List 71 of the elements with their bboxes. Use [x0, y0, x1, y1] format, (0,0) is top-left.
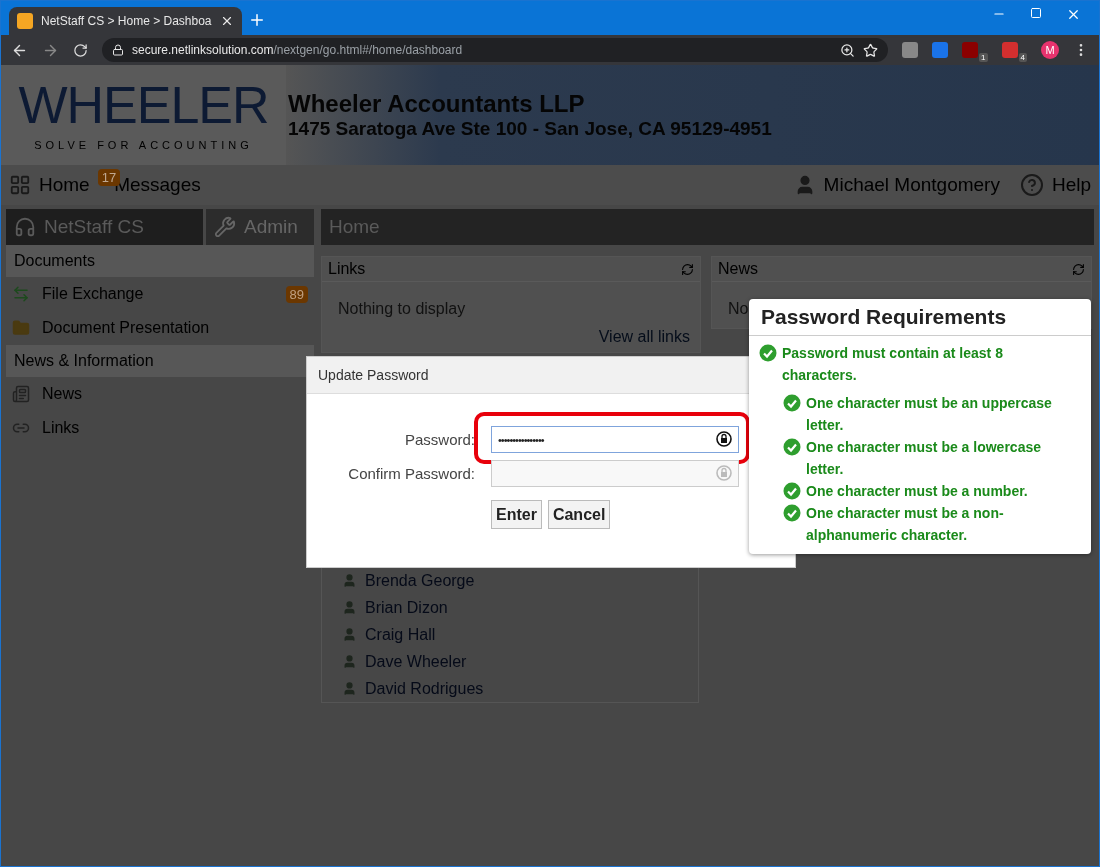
sidebar-item[interactable]: News [6, 377, 314, 411]
view-all-link[interactable]: View all links [598, 328, 690, 346]
newspaper-icon [12, 385, 30, 403]
help-icon[interactable] [1019, 173, 1044, 197]
person-item[interactable]: Brian Dizon [342, 594, 698, 621]
person-item[interactable]: Brenda George [342, 567, 698, 594]
refresh-icon[interactable] [681, 262, 694, 276]
close-icon[interactable] [1066, 7, 1081, 22]
site-icon [17, 13, 33, 29]
field-label: Password: [404, 431, 475, 448]
requirement-text: One character must be an uppercase letter. [806, 394, 1053, 435]
requirement-text: Password must contain at least 8 characters. [782, 344, 1004, 385]
help-link[interactable]: Help [1051, 174, 1091, 196]
section-header: News & Information [6, 345, 314, 377]
empty-message: Nothing to display [338, 300, 466, 318]
sidebar-tab[interactable]: Admin [206, 209, 314, 245]
extension-badge: 4 [1018, 53, 1027, 62]
star-icon[interactable] [863, 42, 879, 58]
user-name[interactable]: Michael Montgomery [823, 174, 1000, 196]
count-badge: 89 [285, 285, 308, 303]
home-link[interactable]: Home [39, 174, 90, 196]
tab-title: NetStaff CS > Home > Dashboa [41, 14, 212, 28]
company-address: 1475 Saratoga Ave Ste 100 - San Jose, CA 95129-4951 [288, 118, 772, 140]
company-name: Wheeler Accountants LLP [288, 90, 586, 118]
person-icon [342, 627, 357, 642]
password-field[interactable]: •••••••••••••••• [491, 426, 739, 453]
popover-title: Password Requirements [749, 299, 1091, 336]
extension-icon[interactable] [1001, 42, 1018, 58]
folder-icon [12, 319, 30, 337]
password-field[interactable] [491, 460, 739, 487]
zoom-icon[interactable] [840, 42, 856, 58]
grid-icon[interactable] [9, 174, 31, 196]
browser-tab[interactable]: NetStaff CS > Home > Dashboa [9, 7, 242, 35]
person-item[interactable]: Craig Hall [342, 621, 698, 648]
lock-refresh-icon [715, 430, 733, 448]
extension-icon[interactable] [902, 42, 919, 58]
person-icon [342, 681, 357, 696]
exchange-icon [12, 285, 30, 303]
lock-refresh-icon [715, 464, 733, 482]
person-icon [342, 600, 357, 615]
address-field[interactable]: secure.netlinksolution.com/nextgen/go.html#/home/dashboard [102, 38, 889, 62]
message-count: 17 [97, 168, 121, 186]
person-icon [342, 654, 357, 669]
headset-icon [14, 216, 36, 238]
panel-title: Links [328, 260, 366, 278]
cancel-button[interactable]: Cancel [547, 500, 611, 529]
field-label: Confirm Password: [348, 465, 475, 482]
extension-badge: 1 [979, 53, 988, 62]
maximize-icon[interactable] [1030, 7, 1042, 19]
logo-text: WHEELER [18, 79, 269, 131]
reload-icon[interactable] [73, 42, 88, 58]
sidebar-item[interactable]: Links [6, 411, 314, 445]
requirement-text: One character must be a lowercase letter. [806, 438, 1042, 479]
sidebar-item[interactable]: Document Presentation [6, 311, 314, 345]
sidebar-item[interactable]: File Exchange 89 [6, 277, 314, 311]
sidebar-tab[interactable]: NetStaff CS [6, 209, 203, 245]
profile-avatar[interactable]: M [1041, 41, 1059, 59]
extension-icon[interactable] [932, 42, 949, 58]
empty-message: No [728, 300, 749, 318]
logo-tagline: SOLVE FOR ACCOUNTING [34, 139, 253, 151]
lock-icon [112, 44, 124, 56]
section-header: Documents [6, 245, 314, 277]
person-icon [342, 573, 357, 588]
person-item[interactable]: David Rodrigues [342, 675, 698, 702]
panel-title: News [718, 260, 758, 278]
enter-button[interactable]: Enter [491, 500, 542, 529]
wrench-icon [214, 216, 236, 238]
requirement-text: One character must be a number. [806, 482, 1029, 501]
refresh-icon[interactable] [1072, 262, 1085, 276]
requirement-text: One character must be a non-alphanumeric character. [806, 504, 1005, 545]
person-item[interactable]: Dave Wheeler [342, 648, 698, 675]
